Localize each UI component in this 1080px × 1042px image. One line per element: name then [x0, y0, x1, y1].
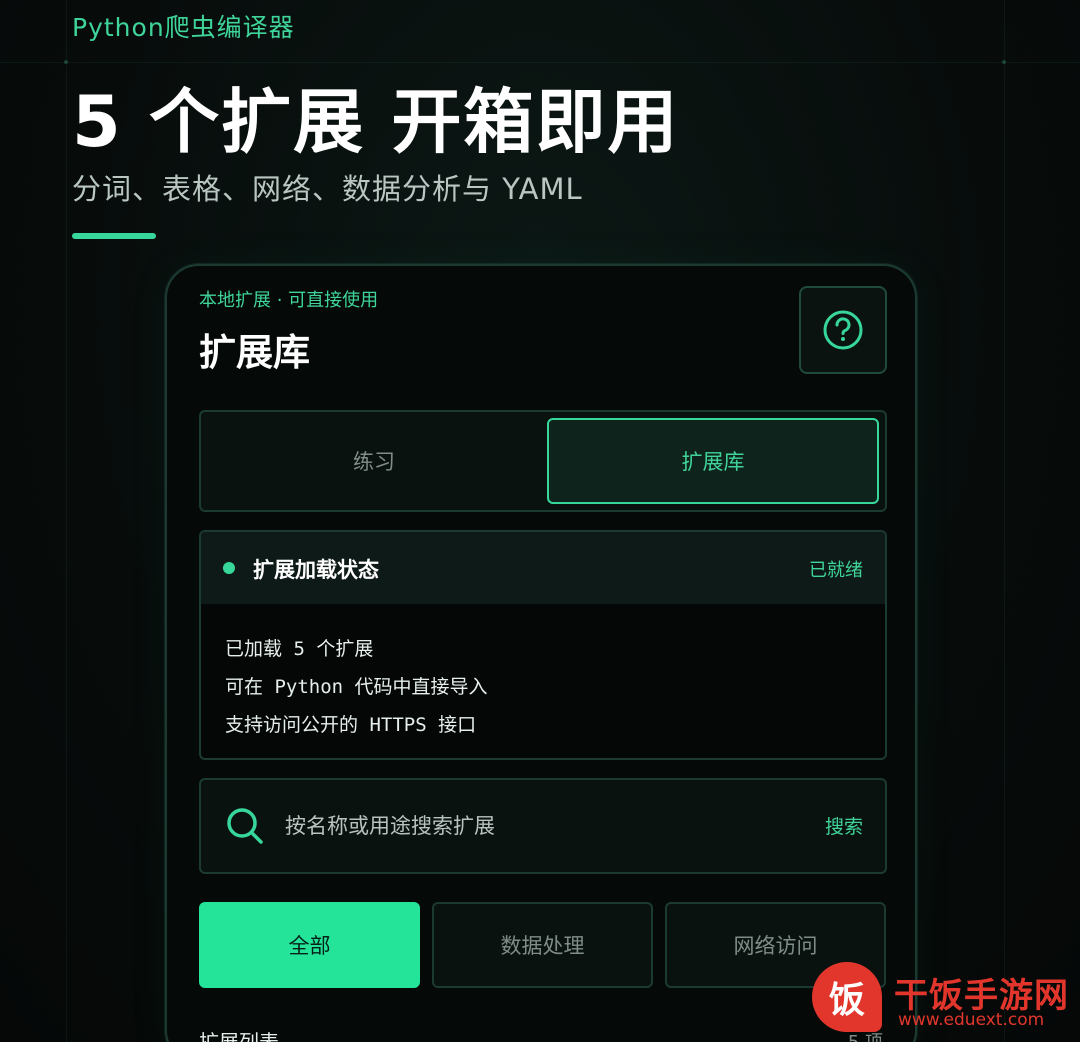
status-header: 扩展加载状态 已就绪: [201, 532, 885, 604]
tab-practice[interactable]: 练习: [207, 418, 541, 504]
list-title: 扩展列表: [199, 1030, 279, 1042]
search-button[interactable]: 搜索: [825, 812, 863, 839]
page-subhead: 分词、表格、网络、数据分析与 YAML: [72, 172, 583, 206]
brand-label: Python爬虫编译器: [72, 13, 295, 42]
search-icon: [227, 808, 263, 844]
status-panel: 扩展加载状态 已就绪 已加载 5 个扩展 可在 Python 代码中直接导入 支…: [199, 530, 887, 760]
grid-line: [1004, 0, 1005, 1042]
card-kicker: 本地扩展 · 可直接使用: [199, 290, 379, 311]
status-badge: 已就绪: [809, 560, 863, 581]
page-headline: 5 个扩展 开箱即用: [72, 81, 680, 163]
grid-line: [66, 0, 67, 1042]
filter-data-processing[interactable]: 数据处理: [432, 902, 653, 988]
status-title: 扩展加载状态: [253, 558, 379, 582]
accent-divider: [72, 233, 156, 239]
search-bar: 搜索: [199, 778, 887, 874]
grid-dot: [1002, 60, 1006, 64]
filter-all[interactable]: 全部: [199, 902, 420, 988]
card-title: 扩展库: [199, 331, 310, 374]
grid-line: [0, 62, 1080, 63]
grid-dot: [64, 60, 68, 64]
status-line: 可在 Python 代码中直接导入: [225, 676, 488, 698]
status-dot-icon: [223, 562, 235, 574]
tab-extension-library[interactable]: 扩展库: [547, 418, 879, 504]
watermark-logo: 饭: [812, 962, 882, 1032]
segmented-tabs: 练习 扩展库: [199, 410, 887, 512]
question-circle-icon: [823, 310, 863, 350]
filter-chips: 全部 数据处理 网络访问: [199, 902, 887, 988]
search-input[interactable]: [285, 808, 785, 844]
help-button[interactable]: [799, 286, 887, 374]
phone-mockup: 本地扩展 · 可直接使用 扩展库 练习 扩展库 扩展加载状态 已就绪 已加载 5…: [165, 264, 917, 1042]
watermark: 饭 干饭手游网 www.eduext.com: [812, 962, 1080, 1042]
status-line: 支持访问公开的 HTTPS 接口: [225, 714, 477, 736]
watermark-url: www.eduext.com: [898, 1010, 1045, 1030]
status-line: 已加载 5 个扩展: [225, 638, 374, 660]
